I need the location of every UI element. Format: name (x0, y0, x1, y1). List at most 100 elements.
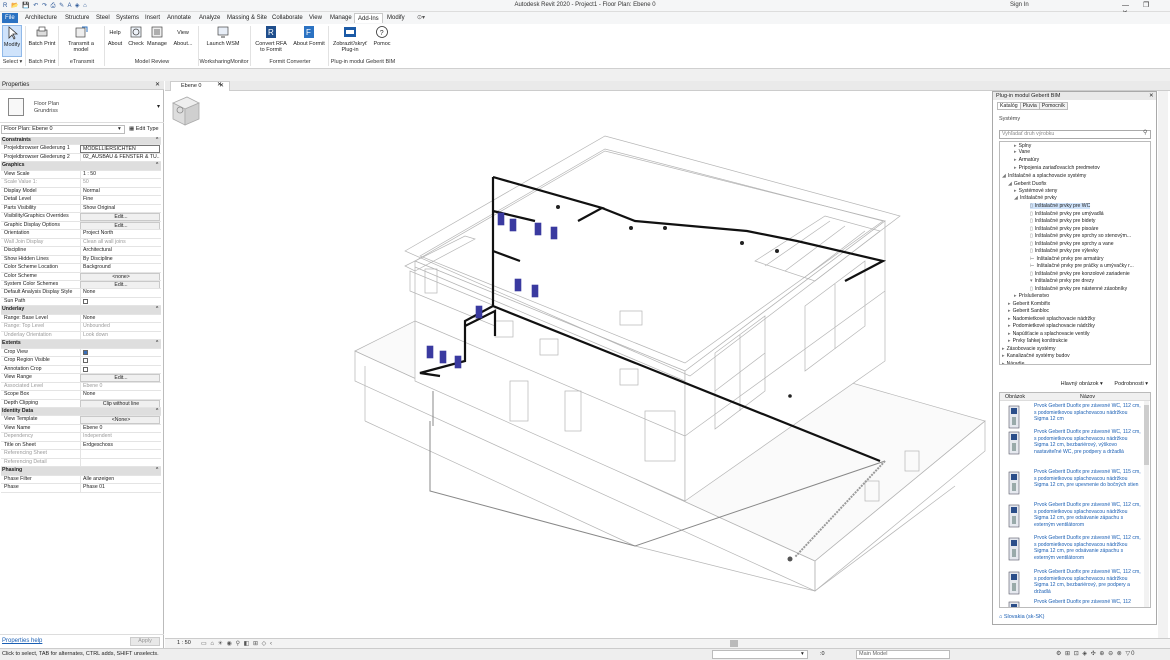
property-value[interactable]: Show Original (80, 204, 160, 213)
panel-select[interactable]: Select ▾ (0, 59, 25, 65)
tree-node[interactable]: ▯ Inštalačné prvky pre WC (1030, 203, 1091, 209)
modify-button[interactable]: Modify (2, 25, 22, 57)
instance-selector[interactable]: Floor Plan: Ebene 0 ▾ (1, 125, 125, 134)
tree-node[interactable]: ▸ Armatúry (1014, 157, 1039, 163)
horizontal-scroll-thumb[interactable] (730, 640, 738, 647)
tree-node[interactable]: ▸ Vane (1014, 149, 1030, 155)
product-name[interactable]: Prvok Geberit Duofix pre závesné WC, 112… (1034, 403, 1142, 423)
property-value[interactable]: Fine (80, 196, 160, 204)
collapse-icon[interactable]: ⌃ (155, 306, 159, 313)
property-value[interactable]: MODELLIERSICHTEN (80, 145, 160, 153)
type-selector[interactable]: Floor Plan Grundriss ▾ (0, 91, 164, 123)
property-group[interactable]: Extents ⌃ (1, 340, 161, 349)
about-formit-button[interactable]: F About Formit (291, 25, 327, 47)
tree-node[interactable]: ▾ Inštalačné prvky pre drezy (1030, 278, 1094, 284)
tree-node[interactable]: ▯ Inštalačné prvky pre konzolové zariaden… (1030, 271, 1130, 277)
property-edit-button[interactable]: Edit... (80, 221, 160, 230)
tab-manage[interactable]: Manage (327, 13, 355, 23)
collapse-icon[interactable]: ⌃ (155, 467, 159, 474)
tab-structure[interactable]: Structure (62, 13, 92, 23)
tree-node[interactable]: ▯ Inštalačné prvky pre sprchy so stenovým… (1030, 233, 1131, 239)
property-edit-button[interactable]: <none> (80, 272, 160, 280)
property-edit-button[interactable]: Edit... (80, 374, 160, 382)
tree-node[interactable]: ▸ Napúšťacie a splachovacie ventily (1008, 331, 1090, 337)
help-button[interactable]: Help About (107, 25, 123, 47)
tree-node[interactable]: ⊢ Inštalačné prvky pre práčky a umývačky … (1030, 263, 1134, 269)
tree-toggle-icon[interactable]: ▸ (1008, 331, 1011, 337)
property-checkbox[interactable] (80, 297, 160, 306)
list-item[interactable]: Prvok Geberit Duofix pre závesné WC, 115… (1000, 469, 1143, 499)
tree-toggle-icon[interactable]: ▸ (1008, 338, 1011, 344)
tree-toggle-icon[interactable]: ▸ (1014, 157, 1017, 163)
view-scale[interactable]: 1 : 50 (177, 640, 191, 646)
tree-toggle-icon[interactable]: ▯ (1030, 271, 1033, 277)
close-icon[interactable]: ✕ (1149, 92, 1154, 100)
tree-node[interactable]: ▯ Inštalačné prvky pre sprchy a vane (1030, 241, 1114, 247)
tree-toggle-icon[interactable]: ▸ (1014, 165, 1017, 171)
tree-toggle-icon[interactable]: ▸ (1008, 323, 1011, 329)
tree-toggle-icon[interactable]: ▸ (1014, 149, 1017, 155)
collapse-icon[interactable]: ⌃ (155, 137, 159, 144)
product-name[interactable]: Prvok Geberit Duofix pre závesné WC, 112… (1034, 599, 1142, 607)
details-dropdown[interactable]: Podrobnosti ▾ (1114, 381, 1148, 387)
property-value[interactable]: None (80, 391, 160, 399)
tab-systems[interactable]: Systems (113, 13, 142, 23)
tree-node[interactable]: ▯ Inštalačné prvky pre bidety (1030, 218, 1095, 224)
edit-type-button[interactable]: ▦ Edit Type (129, 125, 159, 134)
property-group[interactable]: Underlay ⌃ (1, 306, 161, 315)
tab-modify[interactable]: Modify (384, 13, 408, 23)
tab-annotate[interactable]: Annotate (164, 13, 194, 23)
property-value[interactable]: 1 : 50 (80, 170, 160, 179)
tree-toggle-icon[interactable]: ▯ (1030, 233, 1033, 239)
help-pomoc-button[interactable]: ? Pomoc (372, 25, 392, 47)
property-checkbox[interactable] (80, 357, 160, 365)
sign-in-button[interactable]: Sign In (1010, 2, 1029, 8)
list-item[interactable]: Prvok Geberit Duofix pre závesné WC, 112… (1000, 599, 1143, 607)
tree-node[interactable]: ▸ Kanalizačné systémy budov (1002, 353, 1070, 359)
tree-toggle-icon[interactable]: ▯ (1030, 248, 1033, 254)
batch-print-button[interactable]: Batch Print (27, 25, 57, 47)
property-value[interactable]: Independent (80, 433, 160, 441)
product-name[interactable]: Prvok Geberit Duofix pre závesné WC, 112… (1034, 569, 1142, 595)
tab-file[interactable]: File (2, 13, 18, 23)
viewport-scrollbar[interactable] (1158, 91, 1168, 638)
property-group[interactable]: Identity Data ⌃ (1, 408, 161, 417)
tree-node[interactable]: ◢ Inštalačné a splachovacie systémy (1002, 173, 1086, 179)
property-value[interactable] (80, 450, 160, 458)
property-group[interactable]: Constraints ⌃ (1, 137, 161, 146)
property-value[interactable]: 50 (80, 179, 160, 187)
convert-rfa-button[interactable]: R Convert RFA to Formit (255, 25, 287, 53)
property-value[interactable]: By Discipline (80, 255, 160, 263)
tree-toggle-icon[interactable]: ▯ (1030, 218, 1033, 224)
transmit-model-button[interactable]: Transmit a model (60, 25, 102, 53)
view-about-button[interactable]: View About... (172, 25, 194, 47)
tree-toggle-icon[interactable]: ◢ (1008, 181, 1012, 187)
list-item[interactable]: Prvok Geberit Duofix pre závesné WC, 112… (1000, 569, 1143, 599)
tab-collaborate[interactable]: Collaborate (269, 13, 306, 23)
property-value[interactable]: None (80, 289, 160, 297)
check-button[interactable]: Check (127, 25, 145, 47)
property-value[interactable]: Look down (80, 331, 160, 340)
tab-add-ins[interactable]: Add-Ins (354, 13, 383, 23)
property-value[interactable]: None (80, 314, 160, 323)
tree-toggle-icon[interactable]: ▾ (1030, 278, 1033, 284)
tree-toggle-icon[interactable]: ▯ (1030, 226, 1033, 232)
property-value[interactable]: Phase 01 (80, 484, 160, 492)
tree-node[interactable]: ▯ Inštalačné prvky pre nástenné zásobníky (1030, 286, 1127, 292)
tab-analyze[interactable]: Analyze (196, 13, 223, 23)
tree-node[interactable]: ▸ Pripojenia zariaďovacích predmetov (1014, 165, 1100, 171)
property-value[interactable]: Normal (80, 187, 160, 196)
property-value[interactable]: Ebene 0 (80, 424, 160, 433)
property-checkbox[interactable] (80, 365, 160, 374)
tree-toggle-icon[interactable]: ▸ (1014, 188, 1017, 194)
property-edit-button[interactable]: Edit... (80, 213, 160, 221)
tab-katalog[interactable]: Katalóg (997, 102, 1021, 110)
property-edit-button[interactable]: Edit... (80, 280, 160, 289)
tree-node[interactable]: ⊢ Inštalačné prvky pre armatúry (1030, 256, 1104, 262)
tree-node[interactable]: ▯ Inštalačné prvky pre pisoáre (1030, 226, 1099, 232)
tree-toggle-icon[interactable]: ◢ (1014, 195, 1018, 201)
property-value[interactable]: Erdgeschoss (80, 441, 160, 450)
tree-node[interactable]: ▸ Systémové steny (1014, 188, 1057, 194)
locale-link[interactable]: ⌂ Slovakia (sk-SK) (999, 614, 1045, 620)
property-value[interactable]: Background (80, 264, 160, 272)
